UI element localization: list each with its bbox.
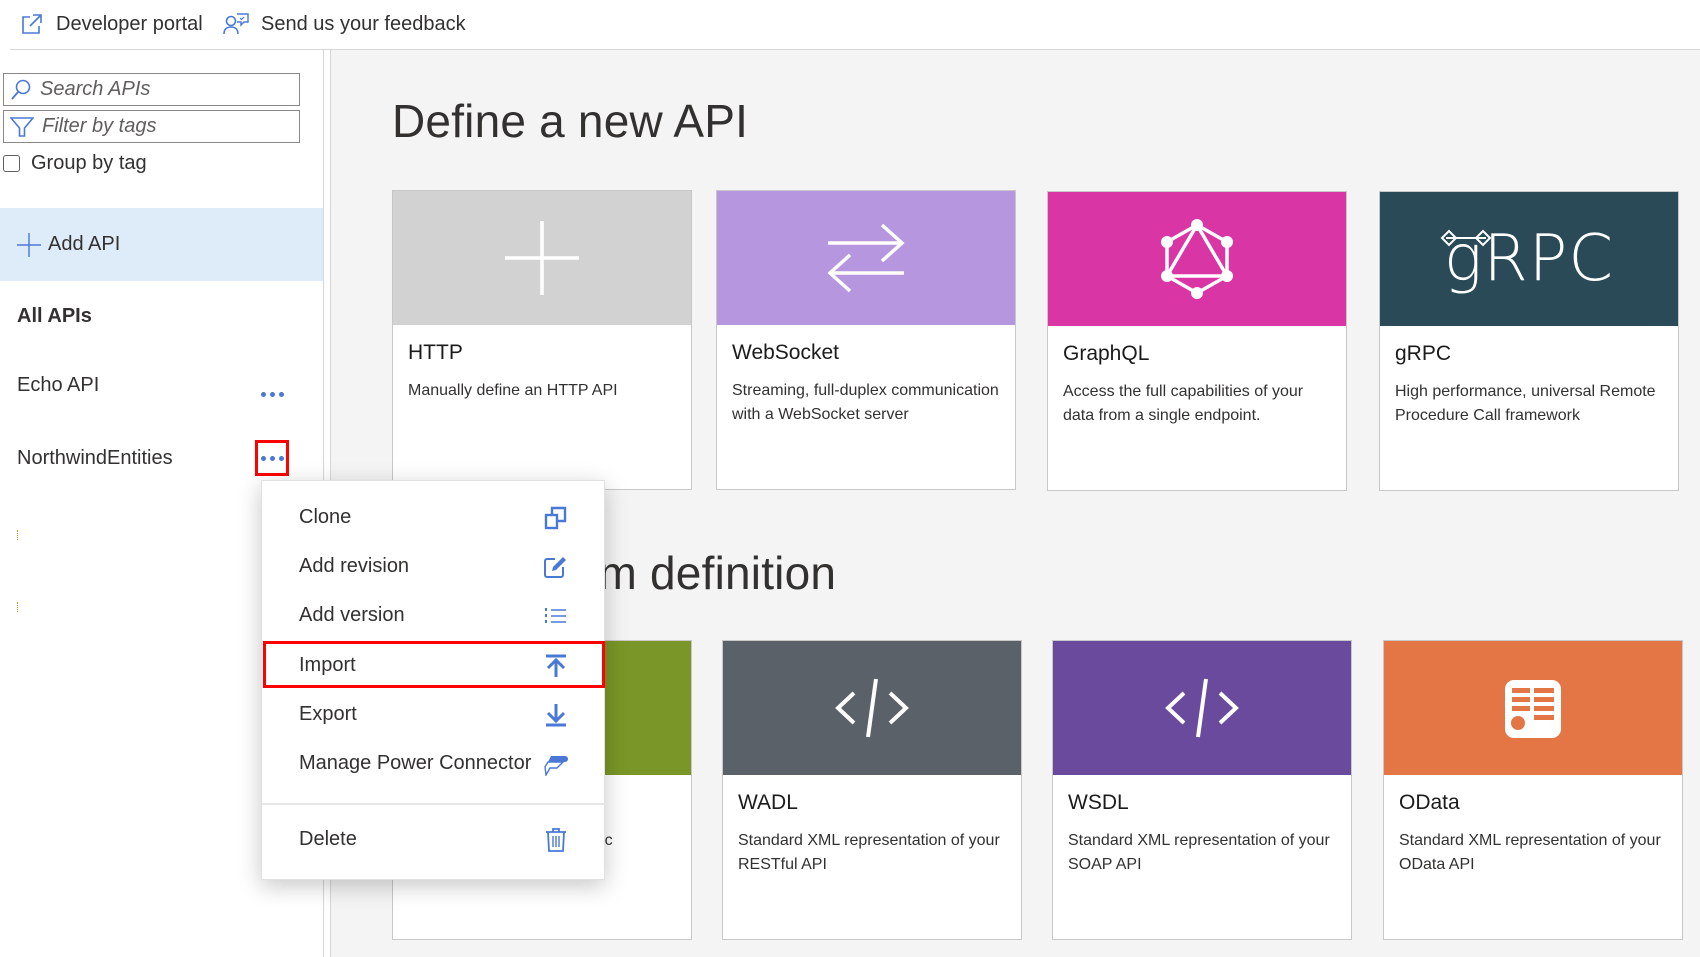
developer-portal-label: Developer portal [56,12,203,35]
menu-item-label: Export [299,702,357,725]
export-icon [543,702,569,728]
menu-divider [262,803,604,805]
card-description: Streaming, full-duplex communication wit… [732,382,999,423]
northwind-more-button[interactable] [255,440,289,476]
add-api-button[interactable]: Add API [0,208,323,281]
menu-item-delete[interactable]: Delete [262,816,604,862]
code-icon [835,678,909,738]
wadl-card[interactable]: WADL Standard XML representation of your… [722,640,1022,940]
card-header: gRPC [1380,192,1678,326]
http-api-card[interactable]: HTTP Manually define an HTTP API [392,190,692,490]
card-description: Access the full capabilities of your dat… [1063,383,1304,424]
import-icon [543,653,569,679]
plus-icon [17,232,41,257]
card-header [1384,641,1682,775]
card-description: Standard XML representation of your ODat… [1399,832,1661,873]
menu-item-label: Clone [299,505,352,528]
all-apis-heading[interactable]: All APIs [17,305,92,328]
filter-by-tags-input[interactable] [42,115,282,138]
developer-portal-link[interactable]: Developer portal [20,10,203,38]
card-description: Standard XML representation of your SOAP… [1068,832,1330,873]
arrows-exchange-icon [827,223,905,293]
card-title: WebSocket [732,341,839,364]
power-connector-icon [543,751,569,777]
search-apis-field[interactable] [3,73,300,106]
grpc-logo-text: gRPC [1443,222,1615,296]
top-toolbar: Developer portal Send us your feedback [0,0,1700,50]
odata-card[interactable]: OData Standard XML representation of you… [1383,640,1683,940]
feedback-label: Send us your feedback [261,12,466,35]
more-dot-icon [278,391,284,397]
more-dot-icon [260,455,266,461]
menu-item-export[interactable]: Export [262,691,604,737]
card-description: Manually define an HTTP API [408,382,618,399]
filter-by-tags-field[interactable] [3,110,300,143]
card-title: OData [1399,791,1460,814]
group-by-tag-option[interactable]: Group by tag [3,152,147,175]
api-list-item-echo[interactable]: Echo API [17,374,99,397]
card-header [723,641,1021,775]
define-new-api-heading: Define a new API [392,95,749,147]
filter-icon [10,116,34,137]
graphql-icon [1161,219,1233,299]
wsdl-card[interactable]: WSDL Standard XML representation of your… [1052,640,1352,940]
group-by-tag-label: Group by tag [31,152,147,174]
odata-icon [1505,680,1561,738]
card-header [1053,641,1351,775]
websocket-api-card[interactable]: WebSocket Streaming, full-duplex communi… [716,190,1016,490]
card-title: gRPC [1395,342,1452,365]
grpc-api-card[interactable]: gRPC gRPC High performance, universal Re… [1379,191,1679,491]
card-title: WSDL [1068,791,1129,814]
delete-icon [543,827,569,853]
card-title: HTTP [408,341,463,364]
echo-api-more-button[interactable] [255,376,289,412]
menu-item-label: Manage Power Connector [299,751,532,774]
card-header [717,191,1015,325]
card-title: WADL [738,791,798,814]
menu-item-label: Delete [299,827,357,850]
card-title: GraphQL [1063,342,1150,365]
menu-item-label: Add revision [299,554,410,577]
menu-item-add-version[interactable]: Add version [262,592,604,638]
feedback-icon [223,13,249,35]
numbered-list-icon [543,603,569,629]
edit-icon [543,554,569,580]
graphql-api-card[interactable]: GraphQL Access the full capabilities of … [1047,191,1347,491]
grpc-logo: gRPC [1440,222,1615,296]
list-placeholder-mark [17,602,19,612]
more-dot-icon [278,455,284,461]
more-dot-icon [269,391,275,397]
menu-item-add-revision[interactable]: Add revision [262,543,604,589]
card-description: Standard XML representation of your REST… [738,832,1000,873]
more-dot-icon [269,455,275,461]
external-link-icon [22,14,42,34]
menu-item-import[interactable]: Import [262,642,604,688]
list-placeholder-mark [17,530,19,540]
add-api-label: Add API [48,233,121,255]
code-icon [1165,678,1239,738]
api-context-menu: Clone Add revision Add version Import Ex… [261,480,605,880]
more-dot-icon [260,391,266,397]
menu-item-label: Import [299,653,356,676]
menu-item-label: Add version [299,603,405,626]
group-by-tag-checkbox[interactable] [3,155,20,172]
menu-item-clone[interactable]: Clone [262,494,604,540]
menu-item-manage-power-connector[interactable]: Manage Power Connector [262,740,604,786]
card-header [1048,192,1346,326]
plus-icon [505,221,579,295]
api-list-item-northwind[interactable]: NorthwindEntities [17,447,173,470]
card-description: High performance, universal Remote Proce… [1395,383,1656,424]
feedback-link[interactable]: Send us your feedback [223,10,466,38]
clone-icon [543,505,569,531]
search-apis-input[interactable] [40,78,280,101]
search-icon [11,79,31,100]
card-header [393,191,691,325]
